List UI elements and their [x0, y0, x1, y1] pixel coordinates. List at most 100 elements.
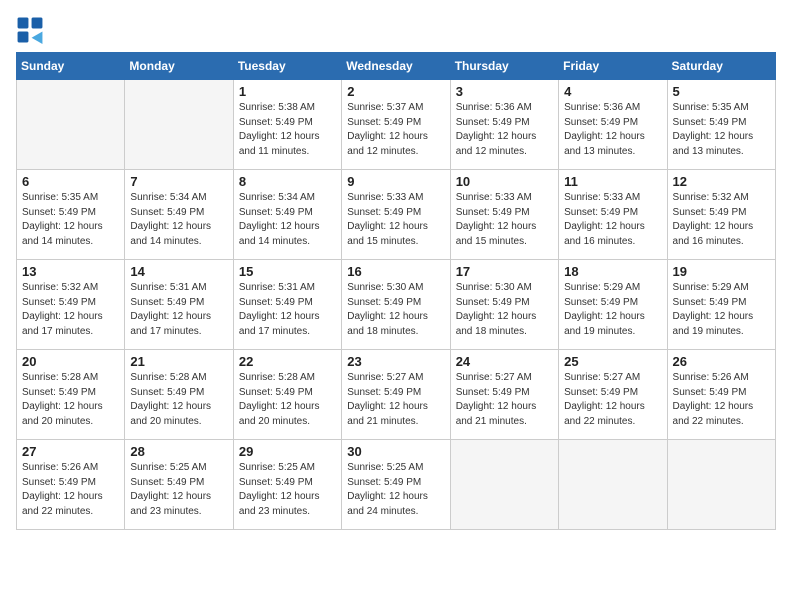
day-detail: Sunrise: 5:27 AM Sunset: 5:49 PM Dayligh…	[564, 371, 661, 429]
calendar-cell: 10 Sunrise: 5:33 AM Sunset: 5:49 PM Dayli…	[450, 170, 558, 260]
day-number: 23	[347, 354, 444, 369]
calendar-cell	[559, 440, 667, 530]
day-detail: Sunrise: 5:30 AM Sunset: 5:49 PM Dayligh…	[456, 281, 553, 339]
day-number: 21	[130, 354, 227, 369]
day-detail: Sunrise: 5:31 AM Sunset: 5:49 PM Dayligh…	[130, 281, 227, 339]
day-detail: Sunrise: 5:28 AM Sunset: 5:49 PM Dayligh…	[130, 371, 227, 429]
calendar-cell: 24 Sunrise: 5:27 AM Sunset: 5:49 PM Dayli…	[450, 350, 558, 440]
day-detail: Sunrise: 5:28 AM Sunset: 5:49 PM Dayligh…	[22, 371, 119, 429]
day-number: 2	[347, 84, 444, 99]
calendar-cell: 7 Sunrise: 5:34 AM Sunset: 5:49 PM Daylig…	[125, 170, 233, 260]
week-row-3: 13 Sunrise: 5:32 AM Sunset: 5:49 PM Dayli…	[17, 260, 776, 350]
calendar-cell: 20 Sunrise: 5:28 AM Sunset: 5:49 PM Dayli…	[17, 350, 125, 440]
calendar-cell	[450, 440, 558, 530]
day-number: 20	[22, 354, 119, 369]
day-detail: Sunrise: 5:35 AM Sunset: 5:49 PM Dayligh…	[22, 191, 119, 249]
calendar-cell: 17 Sunrise: 5:30 AM Sunset: 5:49 PM Dayli…	[450, 260, 558, 350]
week-row-2: 6 Sunrise: 5:35 AM Sunset: 5:49 PM Daylig…	[17, 170, 776, 260]
day-detail: Sunrise: 5:29 AM Sunset: 5:49 PM Dayligh…	[564, 281, 661, 339]
col-header-saturday: Saturday	[667, 53, 775, 80]
day-number: 7	[130, 174, 227, 189]
calendar-cell	[667, 440, 775, 530]
calendar-cell: 15 Sunrise: 5:31 AM Sunset: 5:49 PM Dayli…	[233, 260, 341, 350]
day-detail: Sunrise: 5:37 AM Sunset: 5:49 PM Dayligh…	[347, 101, 444, 159]
calendar-cell: 13 Sunrise: 5:32 AM Sunset: 5:49 PM Dayli…	[17, 260, 125, 350]
day-number: 22	[239, 354, 336, 369]
calendar-cell: 26 Sunrise: 5:26 AM Sunset: 5:49 PM Dayli…	[667, 350, 775, 440]
day-number: 8	[239, 174, 336, 189]
calendar-cell: 27 Sunrise: 5:26 AM Sunset: 5:49 PM Dayli…	[17, 440, 125, 530]
day-number: 1	[239, 84, 336, 99]
day-number: 12	[673, 174, 770, 189]
week-row-5: 27 Sunrise: 5:26 AM Sunset: 5:49 PM Dayli…	[17, 440, 776, 530]
day-number: 4	[564, 84, 661, 99]
day-number: 15	[239, 264, 336, 279]
day-detail: Sunrise: 5:32 AM Sunset: 5:49 PM Dayligh…	[673, 191, 770, 249]
col-header-monday: Monday	[125, 53, 233, 80]
day-detail: Sunrise: 5:26 AM Sunset: 5:49 PM Dayligh…	[22, 461, 119, 519]
day-detail: Sunrise: 5:25 AM Sunset: 5:49 PM Dayligh…	[347, 461, 444, 519]
calendar-cell: 23 Sunrise: 5:27 AM Sunset: 5:49 PM Dayli…	[342, 350, 450, 440]
day-detail: Sunrise: 5:33 AM Sunset: 5:49 PM Dayligh…	[456, 191, 553, 249]
col-header-thursday: Thursday	[450, 53, 558, 80]
day-number: 29	[239, 444, 336, 459]
calendar-cell: 28Sunrise: 5:25 AM Sunset: 5:49 PM Dayli…	[125, 440, 233, 530]
day-number: 11	[564, 174, 661, 189]
day-detail: Sunrise: 5:30 AM Sunset: 5:49 PM Dayligh…	[347, 281, 444, 339]
calendar-cell: 29 Sunrise: 5:25 AM Sunset: 5:49 PM Dayli…	[233, 440, 341, 530]
week-row-1: 1 Sunrise: 5:38 AM Sunset: 5:49 PM Daylig…	[17, 80, 776, 170]
day-detail: Sunrise: 5:28 AM Sunset: 5:49 PM Dayligh…	[239, 371, 336, 429]
day-number: 14	[130, 264, 227, 279]
calendar-cell: 11 Sunrise: 5:33 AM Sunset: 5:49 PM Dayli…	[559, 170, 667, 260]
day-detail: Sunrise: 5:34 AM Sunset: 5:49 PM Dayligh…	[130, 191, 227, 249]
day-number: 13	[22, 264, 119, 279]
calendar-cell: 3 Sunrise: 5:36 AM Sunset: 5:49 PM Daylig…	[450, 80, 558, 170]
col-header-sunday: Sunday	[17, 53, 125, 80]
day-detail: Sunrise: 5:27 AM Sunset: 5:49 PM Dayligh…	[347, 371, 444, 429]
day-detail: Sunrise: 5:36 AM Sunset: 5:49 PM Dayligh…	[564, 101, 661, 159]
logo	[16, 16, 48, 44]
day-number: 10	[456, 174, 553, 189]
day-number: 19	[673, 264, 770, 279]
calendar-cell: 9Sunrise: 5:33 AM Sunset: 5:49 PM Daylig…	[342, 170, 450, 260]
day-detail: Sunrise: 5:27 AM Sunset: 5:49 PM Dayligh…	[456, 371, 553, 429]
calendar-table: SundayMondayTuesdayWednesdayThursdayFrid…	[16, 52, 776, 530]
day-number: 3	[456, 84, 553, 99]
calendar-cell	[125, 80, 233, 170]
day-detail: Sunrise: 5:25 AM Sunset: 5:49 PM Dayligh…	[239, 461, 336, 519]
calendar-cell: 25Sunrise: 5:27 AM Sunset: 5:49 PM Dayli…	[559, 350, 667, 440]
day-detail: Sunrise: 5:33 AM Sunset: 5:49 PM Dayligh…	[564, 191, 661, 249]
day-number: 18	[564, 264, 661, 279]
day-number: 27	[22, 444, 119, 459]
col-header-friday: Friday	[559, 53, 667, 80]
day-number: 17	[456, 264, 553, 279]
calendar-cell: 21 Sunrise: 5:28 AM Sunset: 5:49 PM Dayli…	[125, 350, 233, 440]
calendar-cell: 30 Sunrise: 5:25 AM Sunset: 5:49 PM Dayli…	[342, 440, 450, 530]
calendar-cell: 19 Sunrise: 5:29 AM Sunset: 5:49 PM Dayli…	[667, 260, 775, 350]
day-number: 16	[347, 264, 444, 279]
logo-icon	[16, 16, 44, 44]
day-detail: Sunrise: 5:36 AM Sunset: 5:49 PM Dayligh…	[456, 101, 553, 159]
day-detail: Sunrise: 5:29 AM Sunset: 5:49 PM Dayligh…	[673, 281, 770, 339]
day-detail: Sunrise: 5:31 AM Sunset: 5:49 PM Dayligh…	[239, 281, 336, 339]
calendar-cell: 1 Sunrise: 5:38 AM Sunset: 5:49 PM Daylig…	[233, 80, 341, 170]
calendar-cell: 16 Sunrise: 5:30 AM Sunset: 5:49 PM Dayli…	[342, 260, 450, 350]
calendar-cell: 8 Sunrise: 5:34 AM Sunset: 5:49 PM Daylig…	[233, 170, 341, 260]
day-detail: Sunrise: 5:32 AM Sunset: 5:49 PM Dayligh…	[22, 281, 119, 339]
day-number: 6	[22, 174, 119, 189]
day-number: 26	[673, 354, 770, 369]
calendar-cell: 4 Sunrise: 5:36 AM Sunset: 5:49 PM Daylig…	[559, 80, 667, 170]
day-number: 30	[347, 444, 444, 459]
day-detail: Sunrise: 5:33 AM Sunset: 5:49 PM Dayligh…	[347, 191, 444, 249]
calendar-cell: 5Sunrise: 5:35 AM Sunset: 5:49 PM Daylig…	[667, 80, 775, 170]
page-header	[16, 16, 776, 44]
calendar-cell	[17, 80, 125, 170]
day-detail: Sunrise: 5:38 AM Sunset: 5:49 PM Dayligh…	[239, 101, 336, 159]
day-number: 24	[456, 354, 553, 369]
day-number: 5	[673, 84, 770, 99]
week-row-4: 20 Sunrise: 5:28 AM Sunset: 5:49 PM Dayli…	[17, 350, 776, 440]
day-detail: Sunrise: 5:26 AM Sunset: 5:49 PM Dayligh…	[673, 371, 770, 429]
day-detail: Sunrise: 5:34 AM Sunset: 5:49 PM Dayligh…	[239, 191, 336, 249]
calendar-cell: 12 Sunrise: 5:32 AM Sunset: 5:49 PM Dayli…	[667, 170, 775, 260]
calendar-cell: 18 Sunrise: 5:29 AM Sunset: 5:49 PM Dayli…	[559, 260, 667, 350]
